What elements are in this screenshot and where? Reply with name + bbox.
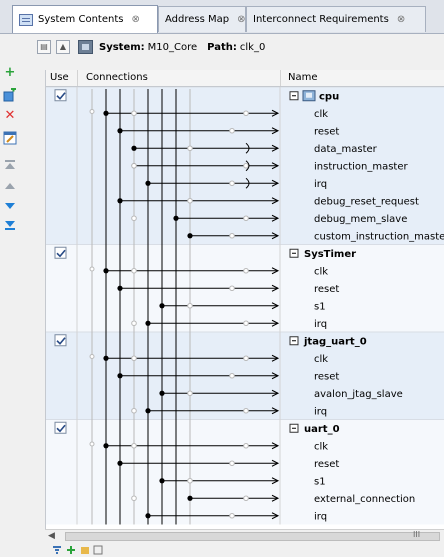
- close-tab-icon[interactable]: ⊗: [237, 14, 245, 25]
- tab-label: Address Map: [165, 14, 230, 25]
- port-name[interactable]: irq: [314, 406, 327, 417]
- port-name[interactable]: clk: [314, 354, 328, 365]
- collapse-icon[interactable]: [289, 423, 299, 433]
- port-name[interactable]: clk: [314, 266, 328, 277]
- tab-address-map[interactable]: Address Map ⊗: [158, 6, 246, 32]
- system-icon: [78, 40, 93, 54]
- collapse-icon[interactable]: [289, 91, 299, 101]
- bottom-toolbar: [0, 543, 444, 557]
- column-name[interactable]: Name: [288, 72, 318, 83]
- column-connections[interactable]: Connections: [86, 72, 148, 83]
- collapse-all-button[interactable]: ▤: [37, 40, 51, 54]
- move-up-icon[interactable]: [3, 179, 17, 193]
- component-name[interactable]: jtag_uart_0: [303, 336, 367, 347]
- collapse-icon[interactable]: [289, 248, 299, 258]
- port-name[interactable]: clk: [314, 441, 328, 452]
- port-name[interactable]: irq: [314, 319, 327, 330]
- port-name[interactable]: reset: [314, 126, 339, 137]
- port-name[interactable]: external_connection: [314, 494, 415, 505]
- table-header: Use Connections Name: [46, 70, 444, 87]
- port-name[interactable]: data_master: [314, 144, 378, 155]
- port-name[interactable]: debug_reset_request: [314, 196, 419, 207]
- up-level-button[interactable]: ▲: [56, 40, 70, 54]
- remove-icon[interactable]: ✕: [3, 109, 17, 123]
- port-name[interactable]: reset: [314, 459, 339, 470]
- move-down-icon[interactable]: [3, 199, 17, 213]
- scroll-thumb[interactable]: [65, 532, 440, 541]
- scroll-grip: III: [413, 530, 421, 539]
- close-tab-icon[interactable]: ⊗: [397, 14, 405, 25]
- system-label: System:: [99, 41, 145, 53]
- use-checkbox[interactable]: [54, 334, 67, 347]
- use-checkbox[interactable]: [54, 89, 67, 102]
- port-name[interactable]: irq: [314, 511, 327, 522]
- port-name[interactable]: reset: [314, 371, 339, 382]
- move-top-icon[interactable]: [3, 158, 17, 172]
- use-checkbox[interactable]: [54, 421, 67, 434]
- component-name[interactable]: SysTimer: [304, 249, 356, 260]
- port-name[interactable]: custom_instruction_master: [314, 231, 444, 242]
- view-icon[interactable]: [93, 545, 103, 555]
- collapse-icon[interactable]: [289, 336, 299, 346]
- port-name[interactable]: debug_mem_slave: [314, 214, 407, 225]
- port-name[interactable]: instruction_master: [314, 161, 409, 172]
- system-contents-window: System Contents ⊗ Address Map ⊗ Intercon…: [0, 0, 444, 557]
- use-checkbox[interactable]: [54, 246, 67, 259]
- path-bar: ▤ ▲ System: M10_Core Path: clk_0: [37, 37, 444, 57]
- tab-label: System Contents: [38, 14, 124, 25]
- processor-icon: [302, 90, 316, 102]
- filter-icon[interactable]: [52, 545, 62, 555]
- tab-label: Interconnect Requirements: [253, 14, 389, 25]
- system-value: M10_Core: [147, 41, 198, 53]
- tab-system-contents[interactable]: System Contents ⊗: [12, 5, 158, 33]
- path-label: Path:: [207, 41, 237, 53]
- scroll-left-icon[interactable]: ◀: [48, 531, 55, 541]
- component-name[interactable]: cpu: [319, 91, 339, 102]
- edit-icon[interactable]: [3, 131, 17, 145]
- close-tab-icon[interactable]: ⊗: [131, 14, 139, 25]
- add-connection-icon[interactable]: [3, 86, 17, 102]
- left-toolbar: + ✕: [0, 62, 20, 242]
- add-icon[interactable]: [66, 545, 76, 555]
- add-icon[interactable]: +: [3, 66, 17, 80]
- folder-icon[interactable]: [80, 545, 90, 555]
- column-use[interactable]: Use: [50, 72, 69, 83]
- connections-graph: cpu clk reset data_master instruction_master…: [46, 87, 444, 525]
- port-name[interactable]: avalon_jtag_slave: [314, 389, 403, 400]
- path-value: clk_0: [239, 41, 266, 53]
- port-name[interactable]: reset: [314, 284, 339, 295]
- tab-bar: System Contents ⊗ Address Map ⊗ Intercon…: [0, 0, 444, 34]
- port-name[interactable]: s1: [314, 301, 326, 312]
- system-contents-table: Use Connections Name cpu clk reset data_mas…: [45, 70, 444, 545]
- tab-interconnect-requirements[interactable]: Interconnect Requirements ⊗: [246, 6, 426, 32]
- system-contents-icon: [19, 13, 33, 26]
- port-name[interactable]: clk: [314, 109, 328, 120]
- component-name[interactable]: uart_0: [304, 424, 340, 435]
- move-bottom-icon[interactable]: [3, 218, 17, 232]
- port-name[interactable]: s1: [314, 476, 326, 487]
- horizontal-scrollbar[interactable]: ◀ III: [45, 529, 444, 544]
- port-name[interactable]: irq: [314, 179, 327, 190]
